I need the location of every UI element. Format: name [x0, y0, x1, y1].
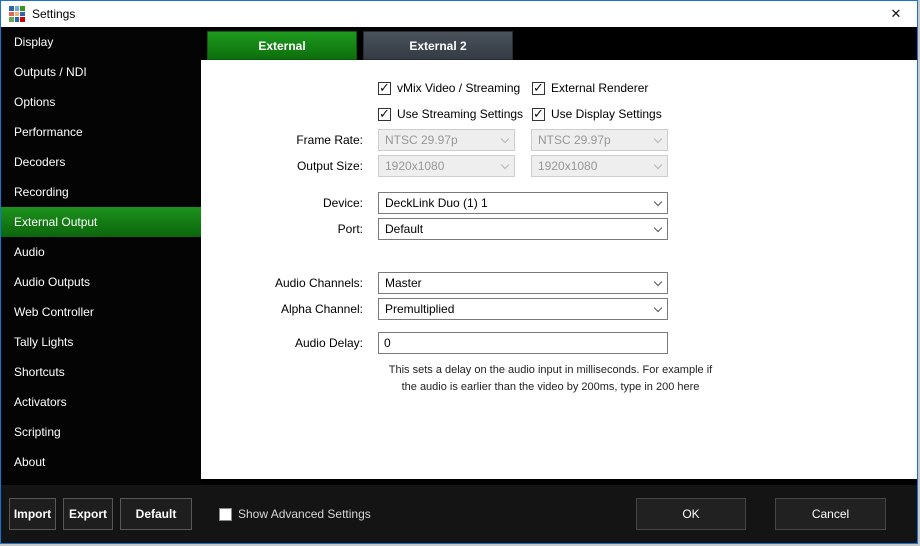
alpha-channel-select[interactable]: Premultiplied	[378, 298, 668, 320]
chevron-down-icon	[654, 277, 662, 285]
chevron-down-icon	[501, 134, 509, 142]
sidebar-item-audio[interactable]: Audio	[1, 237, 201, 267]
frame-rate-label: Frame Rate:	[201, 133, 363, 147]
chevron-down-icon	[654, 223, 662, 231]
sidebar-item-recording[interactable]: Recording	[1, 177, 201, 207]
chevron-down-icon	[654, 134, 662, 142]
port-label: Port:	[201, 222, 363, 236]
port-value: Default	[385, 222, 423, 236]
check-icon	[219, 508, 232, 521]
audio-delay-input[interactable]	[378, 332, 668, 354]
tab-external-2[interactable]: External 2	[363, 31, 513, 60]
device-value: DeckLink Duo (1) 1	[385, 196, 488, 210]
device-select[interactable]: DeckLink Duo (1) 1	[378, 192, 668, 214]
vmix-logo-icon	[9, 6, 25, 22]
main-area: External External 2 vMix Video / Streami…	[201, 27, 917, 485]
checkbox-label: External Renderer	[551, 81, 648, 95]
cancel-button[interactable]: Cancel	[775, 498, 886, 530]
alpha-channel-label: Alpha Channel:	[201, 302, 363, 316]
sidebar-item-web-controller[interactable]: Web Controller	[1, 297, 201, 327]
output-size-label: Output Size:	[201, 159, 363, 173]
check-icon	[532, 108, 545, 121]
checkbox-use-display-settings[interactable]: Use Display Settings	[532, 107, 686, 121]
default-button[interactable]: Default	[120, 498, 192, 530]
frame-rate-select-2[interactable]: NTSC 29.97p	[531, 129, 668, 151]
chevron-down-icon	[654, 303, 662, 311]
output-size-select-2[interactable]: 1920x1080	[531, 155, 668, 177]
import-button[interactable]: Import	[9, 498, 56, 530]
output-size-value-1: 1920x1080	[385, 159, 444, 173]
tab-external[interactable]: External	[207, 31, 357, 60]
settings-window: Settings ✕ Display Outputs / NDI Options…	[0, 0, 918, 544]
tab-strip: External External 2	[201, 27, 917, 60]
sidebar-item-audio-outputs[interactable]: Audio Outputs	[1, 267, 201, 297]
chevron-down-icon	[501, 160, 509, 168]
window-title: Settings	[32, 7, 75, 21]
footer-bar: Import Export Default Show Advanced Sett…	[1, 485, 917, 543]
sidebar-item-display[interactable]: Display	[1, 27, 201, 57]
sidebar-item-options[interactable]: Options	[1, 87, 201, 117]
alpha-channel-value: Premultiplied	[385, 302, 454, 316]
frame-rate-value-1: NTSC 29.97p	[385, 133, 458, 147]
sidebar-item-shortcuts[interactable]: Shortcuts	[1, 357, 201, 387]
show-advanced-settings-checkbox[interactable]: Show Advanced Settings	[219, 507, 371, 521]
show-advanced-settings-label: Show Advanced Settings	[238, 507, 371, 521]
settings-panel: vMix Video / Streaming External Renderer…	[201, 60, 917, 479]
checkbox-vmix-video-streaming[interactable]: vMix Video / Streaming	[378, 81, 532, 95]
sidebar-item-about[interactable]: About	[1, 447, 201, 477]
audio-channels-value: Master	[385, 276, 422, 290]
frame-rate-select-1[interactable]: NTSC 29.97p	[378, 129, 515, 151]
checkbox-use-streaming-settings[interactable]: Use Streaming Settings	[378, 107, 532, 121]
checkbox-label: Use Display Settings	[551, 107, 662, 121]
export-button[interactable]: Export	[63, 498, 113, 530]
sidebar-item-scripting[interactable]: Scripting	[1, 417, 201, 447]
output-size-select-1[interactable]: 1920x1080	[378, 155, 515, 177]
port-select[interactable]: Default	[378, 218, 668, 240]
sidebar-item-performance[interactable]: Performance	[1, 117, 201, 147]
output-size-value-2: 1920x1080	[538, 159, 597, 173]
checkbox-label: vMix Video / Streaming	[397, 81, 520, 95]
checkbox-external-renderer[interactable]: External Renderer	[532, 81, 686, 95]
audio-delay-help-text: This sets a delay on the audio input in …	[378, 362, 723, 395]
sidebar-item-decoders[interactable]: Decoders	[1, 147, 201, 177]
audio-delay-label: Audio Delay:	[201, 336, 363, 350]
ok-button[interactable]: OK	[636, 498, 746, 530]
sidebar-item-activators[interactable]: Activators	[1, 387, 201, 417]
chevron-down-icon	[654, 160, 662, 168]
audio-channels-select[interactable]: Master	[378, 272, 668, 294]
title-bar: Settings ✕	[1, 1, 917, 27]
sidebar-item-tally-lights[interactable]: Tally Lights	[1, 327, 201, 357]
sidebar-item-outputs-ndi[interactable]: Outputs / NDI	[1, 57, 201, 87]
chevron-down-icon	[654, 197, 662, 205]
sidebar-buttons: Import Export Default	[1, 498, 201, 530]
device-label: Device:	[201, 196, 363, 210]
check-icon	[378, 82, 391, 95]
close-icon[interactable]: ✕	[875, 1, 917, 27]
sidebar: Display Outputs / NDI Options Performanc…	[1, 27, 201, 485]
audio-channels-label: Audio Channels:	[201, 276, 363, 290]
sidebar-item-external-output[interactable]: External Output	[1, 207, 201, 237]
check-icon	[378, 108, 391, 121]
footer-actions: OK Cancel	[636, 498, 886, 530]
checkbox-label: Use Streaming Settings	[397, 107, 523, 121]
check-icon	[532, 82, 545, 95]
frame-rate-value-2: NTSC 29.97p	[538, 133, 611, 147]
